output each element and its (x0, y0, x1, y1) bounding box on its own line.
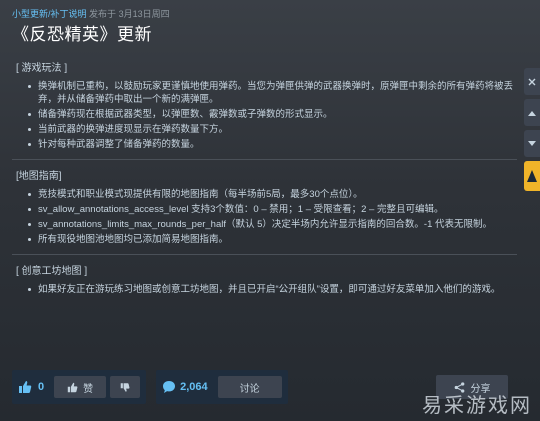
divider (12, 254, 517, 255)
list-item: 如果好友正在游玩练习地图或创意工坊地图，并且已开启“公开组队”设置，即可通过好友… (28, 283, 517, 296)
section-workshop: [ 创意工坊地图 ] 如果好友正在游玩练习地图或创意工坊地图，并且已开启“公开组… (12, 261, 517, 296)
section-gameplay: [ 游戏玩法 ] 换弹机制已重构，以鼓励玩家更谨慎地使用弹药。当您为弹匣供弹的武… (12, 58, 517, 151)
section-heading: [ 游戏玩法 ] (16, 63, 68, 74)
list-item: sv_annotations_limits_max_rounds_per_hal… (28, 218, 517, 231)
event-page: 小型更新/补丁说明 发布于 3月13日周四 《反恐精英》更新 [ 游戏玩法 ] … (0, 0, 540, 421)
section-heading: [地图指南] (16, 171, 62, 182)
vote-box: 0 赞 (12, 370, 147, 404)
section-map-guide: [地图指南] 竞技模式和职业模式现提供有限的地图指南（每半场前5局，最多30个点… (12, 166, 517, 246)
list-item: 竞技模式和职业模式现提供有限的地图指南（每半场前5局，最多30个点位）。 (28, 188, 517, 201)
comment-icon (163, 381, 176, 393)
event-header: 小型更新/补丁说明 发布于 3月13日周四 《反恐精英》更新 (12, 8, 528, 46)
divider (12, 159, 517, 160)
list-item: 当前武器的换弹进度现显示在弹药数量下方。 (28, 123, 517, 136)
thumbs-up-icon (19, 381, 32, 393)
author-link[interactable]: 小型更新/补丁说明 (12, 9, 87, 19)
comment-count: 2,064 (162, 380, 208, 394)
bullet-list: 如果好友正在游玩练习地图或创意工坊地图，并且已开启“公开组队”设置，即可通过好友… (12, 283, 517, 296)
thumbs-up-icon (67, 382, 78, 392)
published-label: 发布于 (89, 9, 117, 19)
like-label: 赞 (83, 383, 94, 395)
down-icon[interactable] (524, 130, 540, 157)
close-icon[interactable] (524, 68, 540, 95)
like-count: 0 (18, 380, 44, 394)
like-button[interactable]: 赞 (54, 376, 107, 398)
thumbs-down-icon (120, 382, 130, 392)
event-body: [ 游戏玩法 ] 换弹机制已重构，以鼓励玩家更谨慎地使用弹药。当您为弹匣供弹的武… (12, 58, 517, 361)
discuss-button[interactable]: 讨论 (217, 376, 282, 398)
list-item: 储备弹药现在根据武器类型，以弹匣数、霰弹数或子弹数的形式显示。 (28, 108, 517, 121)
event-meta: 小型更新/补丁说明 发布于 3月13日周四 (12, 8, 528, 20)
page-title: 《反恐精英》更新 (12, 25, 152, 44)
highlight-icon[interactable] (524, 161, 540, 191)
watermark: 易采游戏网 (422, 393, 532, 417)
list-item: 所有现役地图池地图均已添加简易地图指南。 (28, 233, 517, 246)
comment-count-value: 2,064 (180, 381, 208, 393)
up-icon[interactable] (524, 99, 540, 126)
list-item: 针对每种武器调整了储备弹药的数量。 (28, 138, 517, 151)
comment-box: 2,064 讨论 (156, 370, 288, 404)
list-item: sv_allow_annotations_access_level 支持3个数值… (28, 203, 517, 216)
list-item: 换弹机制已重构，以鼓励玩家更谨慎地使用弹药。当您为弹匣供弹的武器换弹时，原弹匣中… (28, 80, 517, 106)
publish-date: 3月13日周四 (118, 9, 170, 19)
side-toolbar (524, 68, 540, 195)
bullet-list: 换弹机制已重构，以鼓励玩家更谨慎地使用弹药。当您为弹匣供弹的武器换弹时，原弹匣中… (12, 80, 517, 151)
bullet-list: 竞技模式和职业模式现提供有限的地图指南（每半场前5局，最多30个点位）。 sv_… (12, 188, 517, 246)
section-heading: [ 创意工坊地图 ] (16, 266, 88, 277)
dislike-button[interactable] (110, 376, 141, 398)
like-count-value: 0 (38, 381, 45, 393)
